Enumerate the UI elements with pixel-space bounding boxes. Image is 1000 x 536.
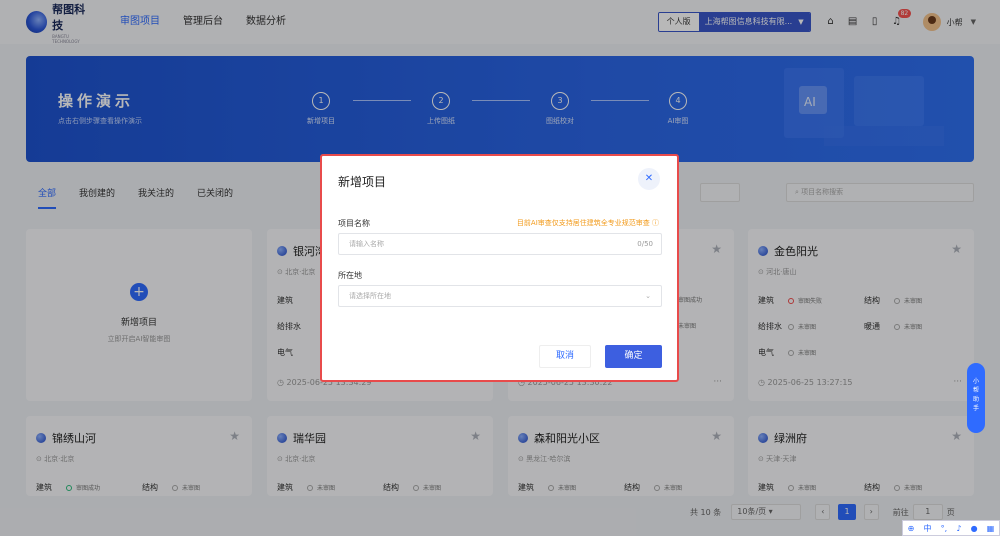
grid-icon[interactable]: ▦ [987, 524, 995, 533]
assistant-button[interactable]: 小帮助手 [967, 363, 985, 433]
location-select[interactable]: 请选择所在地 ⌄ [338, 285, 662, 307]
cancel-button[interactable]: 取消 [539, 345, 591, 368]
location-label: 所在地 [338, 271, 362, 280]
close-icon[interactable]: ✕ [638, 168, 660, 190]
name-placeholder: 请输入名称 [349, 240, 384, 248]
dialog-title: 新增项目 [338, 175, 387, 189]
project-name-input[interactable]: 请输入名称 0/50 [338, 233, 662, 255]
ime-toolbar[interactable]: ⊕ 中 °, ♪ ● ▦ [902, 520, 1000, 536]
name-label: 项目名称 [338, 219, 370, 228]
user-icon[interactable]: ● [971, 524, 978, 533]
chevron-down-icon: ⌄ [645, 292, 651, 300]
info-icon[interactable]: ⓘ [652, 219, 659, 227]
assistant-label: 小帮助手 [972, 378, 979, 412]
hint-text: 目前AI审查仅支持居住建筑全专业规范审查 [516, 219, 650, 227]
confirm-button[interactable]: 确定 [605, 345, 662, 368]
new-project-dialog: 新增项目 ✕ 项目名称 目前AI审查仅支持居住建筑全专业规范审查 ⓘ 请输入名称… [320, 154, 679, 382]
location-placeholder: 请选择所在地 [349, 292, 391, 300]
ime-logo-icon[interactable]: ⊕ [908, 524, 915, 533]
ai-scope-hint[interactable]: 目前AI审查仅支持居住建筑全专业规范审查 ⓘ [517, 218, 659, 228]
microphone-icon[interactable]: ♪ [956, 524, 961, 533]
punctuation-icon[interactable]: °, [941, 524, 948, 533]
char-count: 0/50 [637, 240, 653, 248]
ime-language[interactable]: 中 [923, 523, 931, 534]
